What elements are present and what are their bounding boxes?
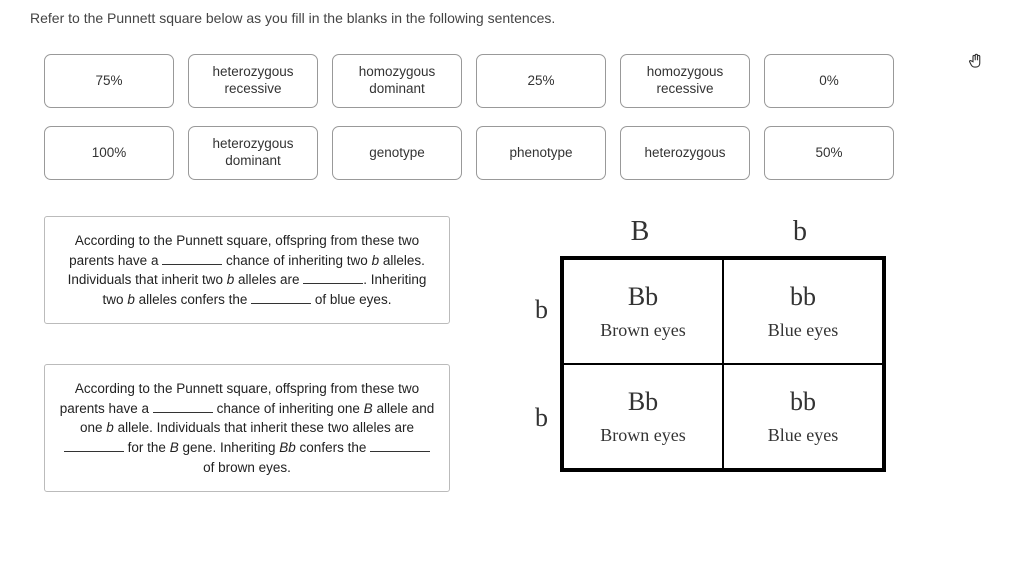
- blank-drop-target[interactable]: [251, 290, 311, 304]
- paragraph-2: According to the Punnett square, offspri…: [44, 364, 450, 492]
- tile[interactable]: homozygous recessive: [620, 54, 750, 108]
- tile[interactable]: 100%: [44, 126, 174, 180]
- text: B: [364, 401, 373, 416]
- genotype-label: Bb: [628, 387, 658, 417]
- tile[interactable]: 0%: [764, 54, 894, 108]
- phenotype-label: Blue eyes: [768, 320, 838, 341]
- text: B: [170, 440, 179, 455]
- blank-drop-target[interactable]: [303, 271, 363, 285]
- tile[interactable]: 25%: [476, 54, 606, 108]
- genotype-label: bb: [790, 282, 816, 312]
- tile-row-2: 100% heterozygous dominant genotype phen…: [30, 126, 983, 180]
- blank-drop-target[interactable]: [162, 251, 222, 265]
- genotype-label: Bb: [628, 282, 658, 312]
- paragraph-1: According to the Punnett square, offspri…: [44, 216, 450, 324]
- genotype-label: bb: [790, 387, 816, 417]
- text: alleles are: [234, 272, 303, 287]
- instruction-text: Refer to the Punnett square below as you…: [30, 10, 983, 26]
- punnett-cell: bb Blue eyes: [723, 259, 883, 364]
- pan-hand-icon[interactable]: [967, 52, 985, 75]
- phenotype-label: Brown eyes: [600, 425, 685, 446]
- tile[interactable]: heterozygous dominant: [188, 126, 318, 180]
- text: b: [127, 292, 135, 307]
- text: of blue eyes.: [311, 292, 391, 307]
- punnett-cell: Bb Brown eyes: [563, 364, 723, 469]
- text: chance of inheriting two: [222, 253, 371, 268]
- tile[interactable]: heterozygous recessive: [188, 54, 318, 108]
- blank-drop-target[interactable]: [370, 438, 430, 452]
- text: chance of inheriting one: [213, 401, 364, 416]
- tile[interactable]: heterozygous: [620, 126, 750, 180]
- text: alleles confers the: [135, 292, 251, 307]
- text: b: [372, 253, 380, 268]
- text: Bb: [279, 440, 296, 455]
- allele-side-0: b: [500, 295, 560, 325]
- tile[interactable]: 50%: [764, 126, 894, 180]
- allele-side-1: b: [500, 403, 560, 433]
- punnett-cell: bb Blue eyes: [723, 364, 883, 469]
- phenotype-label: Blue eyes: [768, 425, 838, 446]
- text: b: [106, 420, 114, 435]
- text: allele. Individuals that inherit these t…: [114, 420, 414, 435]
- tile[interactable]: genotype: [332, 126, 462, 180]
- tile[interactable]: homozygous dominant: [332, 54, 462, 108]
- phenotype-label: Brown eyes: [600, 320, 685, 341]
- blank-drop-target[interactable]: [153, 399, 213, 413]
- text: gene. Inheriting: [179, 440, 280, 455]
- tile-row-1: 75% heterozygous recessive homozygous do…: [30, 54, 983, 108]
- punnett-cell: Bb Brown eyes: [563, 259, 723, 364]
- blank-drop-target[interactable]: [64, 438, 124, 452]
- text: confers the: [296, 440, 370, 455]
- allele-top-1: b: [720, 216, 880, 248]
- tile[interactable]: 75%: [44, 54, 174, 108]
- punnett-square: B b b Bb Brown eyes bb Blue eyes: [500, 216, 886, 472]
- text: of brown eyes.: [203, 460, 291, 475]
- allele-top-0: B: [560, 216, 720, 248]
- text: for the: [124, 440, 170, 455]
- tile[interactable]: phenotype: [476, 126, 606, 180]
